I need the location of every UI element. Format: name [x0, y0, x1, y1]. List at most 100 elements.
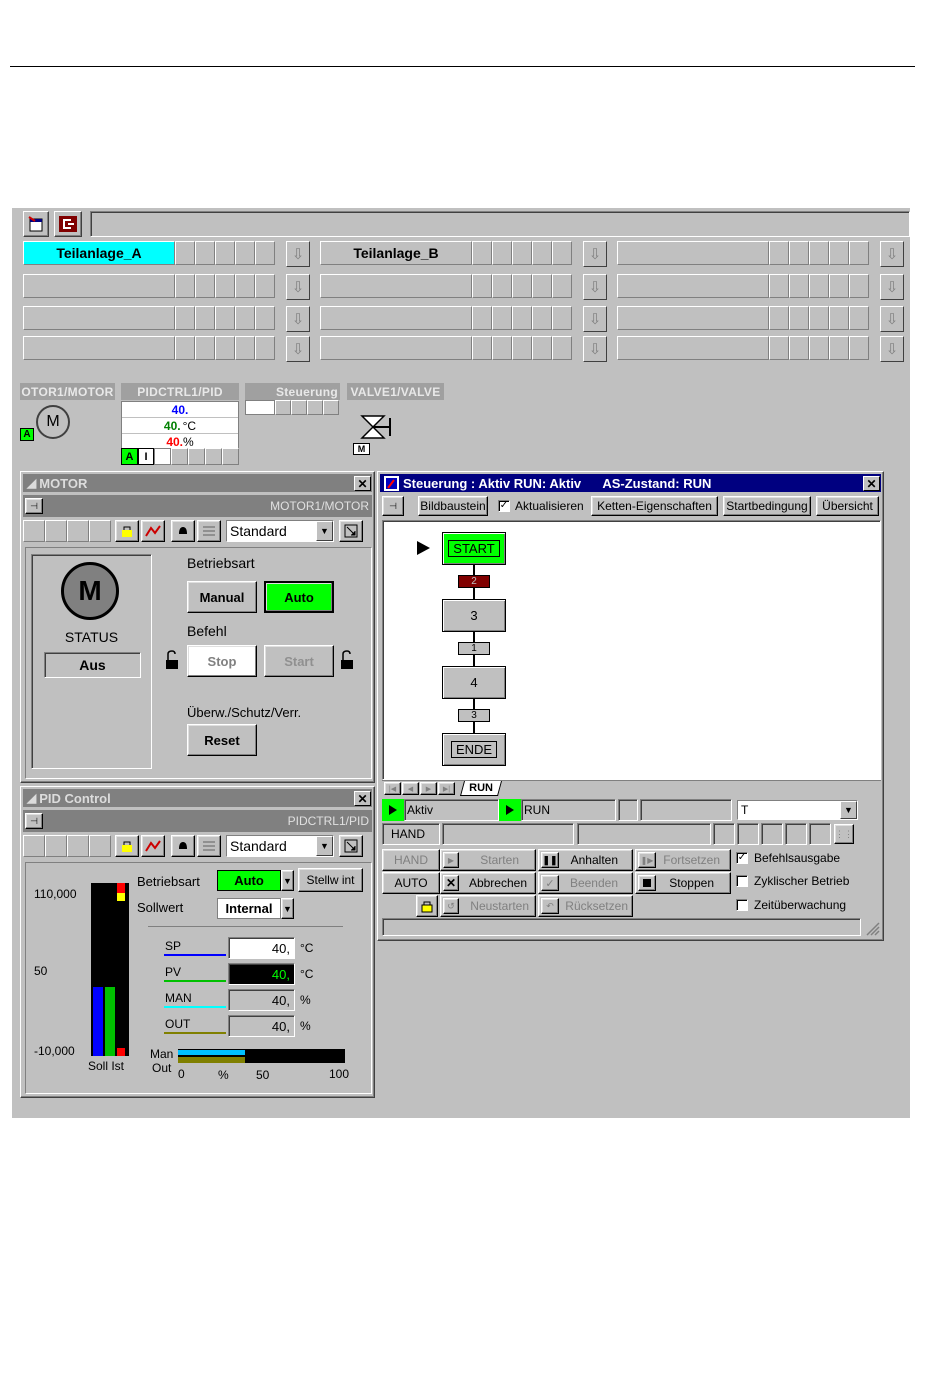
resize-grip-icon[interactable]: [864, 920, 880, 936]
trend-icon[interactable]: [141, 835, 165, 857]
motor-window-titlebar[interactable]: ◢ MOTOR: [23, 474, 372, 492]
area-field[interactable]: [320, 306, 472, 330]
area-down-arrow-icon[interactable]: ⇩: [583, 274, 607, 300]
area-field[interactable]: [617, 306, 769, 330]
reset-button[interactable]: Reset: [187, 724, 257, 756]
neustarten-button[interactable]: ↺ Neustarten: [440, 895, 536, 917]
area-field[interactable]: [320, 274, 472, 298]
chevron-down-icon[interactable]: ▼: [281, 870, 294, 891]
area-field[interactable]: [320, 336, 472, 360]
pin-icon[interactable]: ⊣: [25, 498, 43, 514]
area-field[interactable]: [23, 274, 175, 298]
area-down-arrow-icon[interactable]: ⇩: [880, 336, 904, 362]
list-icon[interactable]: ⋮⋮: [834, 824, 854, 844]
new-window-icon[interactable]: [23, 211, 49, 237]
pid-window-titlebar[interactable]: ◢ PID Control: [23, 789, 372, 807]
area-down-arrow-icon[interactable]: ⇩: [583, 336, 607, 362]
abbrechen-button[interactable]: ✕ Abbrechen: [440, 872, 536, 894]
bildbaustein-button[interactable]: Bildbaustein: [418, 496, 488, 516]
next-tab-icon[interactable]: ▶: [420, 782, 437, 795]
area-down-arrow-icon[interactable]: ⇩: [286, 274, 310, 300]
status-t-select[interactable]: T ▼: [737, 800, 858, 820]
valve-tag[interactable]: VALVE1/VALVE: [347, 383, 444, 400]
pin-icon[interactable]: ⊣: [25, 813, 43, 829]
area-down-arrow-icon[interactable]: ⇩: [880, 274, 904, 300]
bell-icon[interactable]: [171, 520, 195, 542]
area-down-arrow-icon[interactable]: ⇩: [286, 306, 310, 332]
befehlsausgabe-checkbox[interactable]: ✓: [736, 852, 748, 864]
stop-button[interactable]: Stop: [187, 645, 257, 677]
stoppen-button[interactable]: Stoppen: [635, 872, 731, 894]
zeituberwachung-checkbox[interactable]: [736, 899, 748, 911]
aktualisieren-checkbox[interactable]: ✓: [498, 500, 510, 512]
rucksetzen-button[interactable]: ↶ Rücksetzen: [538, 895, 633, 917]
area-field[interactable]: [23, 336, 175, 360]
area-down-arrow-icon[interactable]: ⇩: [286, 336, 310, 362]
area-field[interactable]: [23, 306, 175, 330]
ketten-eigenschaften-button[interactable]: Ketten-Eigenschaften: [591, 496, 718, 516]
tab-run[interactable]: RUN: [459, 781, 503, 796]
maintenance-icon[interactable]: [197, 520, 221, 542]
steuerung-tag[interactable]: Steuerung: [245, 383, 340, 400]
area-field[interactable]: Teilanlage_A: [23, 241, 175, 265]
sfc-step-ende[interactable]: ENDE: [442, 733, 506, 766]
sfc-step[interactable]: 4: [442, 666, 506, 699]
startbedingung-button[interactable]: Startbedingung: [723, 496, 811, 516]
ctrl-hand-button[interactable]: HAND: [382, 849, 440, 871]
close-icon[interactable]: ✕: [354, 476, 371, 491]
hand-cell: [577, 823, 711, 845]
bell-icon[interactable]: [171, 835, 195, 857]
expand-icon[interactable]: [339, 835, 363, 857]
view-select[interactable]: Standard ▼: [226, 835, 334, 857]
exit-runtime-icon[interactable]: [54, 211, 82, 237]
sollwert-value[interactable]: Internal: [217, 898, 281, 919]
area-field[interactable]: [617, 336, 769, 360]
lock-icon[interactable]: [115, 835, 139, 857]
lock-icon[interactable]: [416, 895, 438, 917]
start-button[interactable]: Start: [264, 645, 334, 677]
starten-button[interactable]: ▶ Starten: [440, 849, 536, 871]
close-icon[interactable]: ✕: [863, 476, 880, 491]
area-down-arrow-icon[interactable]: ⇩: [286, 241, 310, 267]
ctrl-auto-button[interactable]: AUTO: [382, 872, 440, 894]
sfc-transition[interactable]: 3: [458, 709, 490, 722]
last-tab-icon[interactable]: ▶|: [438, 782, 455, 795]
pid-row-value[interactable]: 40,: [228, 937, 295, 959]
area-down-arrow-icon[interactable]: ⇩: [880, 306, 904, 332]
motor-tag[interactable]: OTOR1/MOTOR: [20, 383, 115, 400]
beenden-button[interactable]: ✓ Beenden: [538, 872, 633, 894]
pin-icon[interactable]: ⊣: [382, 496, 404, 516]
betriebsart-value[interactable]: Auto: [217, 870, 281, 891]
anhalten-button[interactable]: ❚❚ Anhalten: [538, 849, 633, 871]
stellw-int-button[interactable]: Stellw int: [298, 868, 363, 892]
sfc-step-start[interactable]: START: [442, 532, 506, 565]
area-field[interactable]: Teilanlage_B: [320, 241, 472, 265]
sfc-transition[interactable]: 2: [458, 575, 490, 588]
manual-button[interactable]: Manual: [187, 581, 257, 613]
prev-tab-icon[interactable]: ◀: [402, 782, 419, 795]
motor-symbol-icon[interactable]: M: [36, 405, 70, 439]
expand-icon[interactable]: [339, 520, 363, 542]
pid-values[interactable]: 40. 40. °C 40.%: [121, 401, 239, 449]
auto-button[interactable]: Auto: [264, 581, 334, 613]
ubersicht-button[interactable]: Übersicht: [816, 496, 879, 516]
sfc-step[interactable]: 3: [442, 599, 506, 632]
lock-icon[interactable]: [115, 520, 139, 542]
sfc-transition[interactable]: 1: [458, 642, 490, 655]
area-field[interactable]: [617, 241, 769, 265]
valve-icon[interactable]: [358, 412, 394, 442]
trend-icon[interactable]: [141, 520, 165, 542]
zyklischer-checkbox[interactable]: [736, 875, 748, 887]
first-tab-icon[interactable]: |◀: [384, 782, 401, 795]
fortsetzen-button[interactable]: ❚▶ Fortsetzen: [635, 849, 731, 871]
maintenance-icon[interactable]: [197, 835, 221, 857]
area-field[interactable]: [617, 274, 769, 298]
steuerung-titlebar[interactable]: Steuerung : Aktiv RUN: Aktiv AS-Zustand:…: [380, 474, 881, 492]
area-down-arrow-icon[interactable]: ⇩: [583, 241, 607, 267]
area-down-arrow-icon[interactable]: ⇩: [880, 241, 904, 267]
close-icon[interactable]: ✕: [354, 791, 371, 806]
area-down-arrow-icon[interactable]: ⇩: [583, 306, 607, 332]
view-select[interactable]: Standard ▼: [226, 520, 334, 542]
chevron-down-icon[interactable]: ▼: [281, 898, 294, 919]
pid-tag[interactable]: PIDCTRL1/PID: [121, 383, 239, 400]
